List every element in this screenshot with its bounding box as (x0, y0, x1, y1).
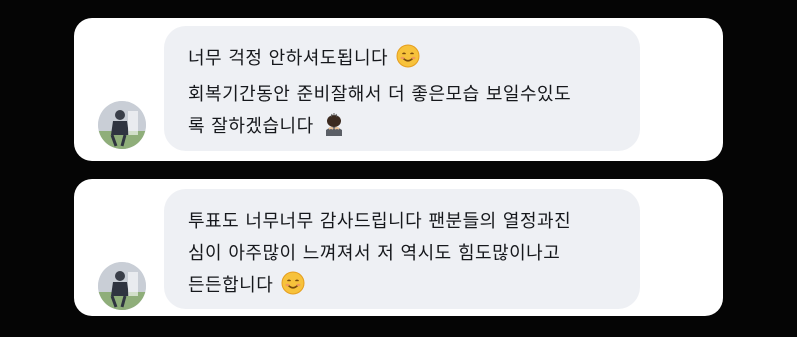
message-line: 회복기간동안 준비잘해서 더 좋은모습 보일수있도 (188, 84, 572, 105)
avatar[interactable] (98, 101, 146, 149)
message-line: 록 잘하겠습니다 (188, 111, 624, 147)
smiling-face-emoji-icon (281, 271, 305, 306)
smiling-face-emoji-icon (396, 44, 420, 79)
message-line: 너무 걱정 안하셔도됩니다 (188, 43, 624, 79)
message-bubble: 투표도 너무너무 감사드립니다 팬분들의 열정과진 심이 아주많이 느껴져서 저… (164, 189, 640, 309)
avatar[interactable] (98, 262, 146, 310)
message-line: 투표도 너무너무 감사드립니다 팬분들의 열정과진 (188, 211, 572, 232)
avatar-photo-icon (98, 262, 146, 310)
bowing-person-emoji-icon (322, 112, 346, 147)
avatar-photo-icon (98, 101, 146, 149)
message-bubble: 너무 걱정 안하셔도됩니다 회복기간동안 준비잘해서 더 좋은모습 보일수있도 … (164, 26, 640, 151)
message-card: 투표도 너무너무 감사드립니다 팬분들의 열정과진 심이 아주많이 느껴져서 저… (74, 179, 723, 316)
message-card: 너무 걱정 안하셔도됩니다 회복기간동안 준비잘해서 더 좋은모습 보일수있도 … (74, 18, 723, 161)
chat-screenshot: 너무 걱정 안하셔도됩니다 회복기간동안 준비잘해서 더 좋은모습 보일수있도 … (0, 0, 797, 337)
message-line: 든든합니다 (188, 270, 624, 306)
message-line: 심이 아주많이 느껴져서 저 역시도 힘도많이나고 (188, 243, 561, 264)
